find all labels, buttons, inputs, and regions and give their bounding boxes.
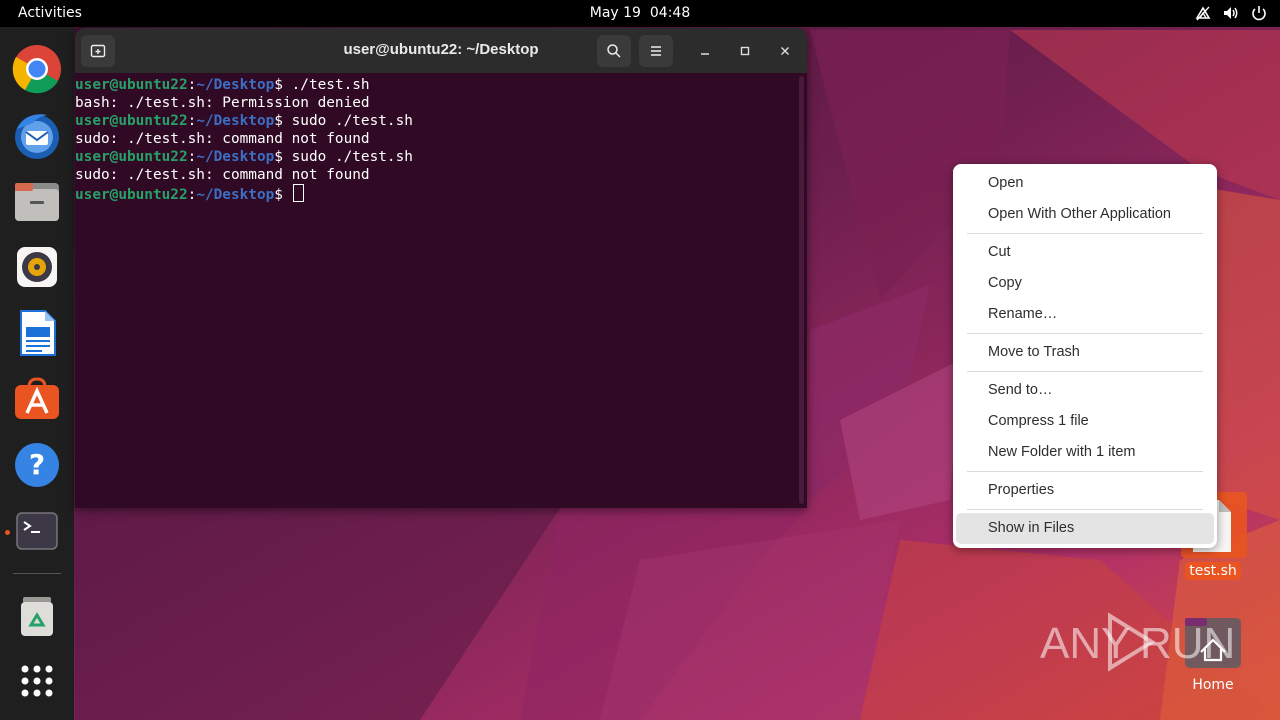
chrome-icon[interactable] [11,43,63,95]
terminal-line: bash: ./test.sh: Permission denied [75,94,795,112]
prompt-dollar: $ [274,187,292,203]
watermark-text-left: ANY [1040,619,1130,668]
close-icon [781,47,789,55]
text-cursor [292,184,304,202]
maximize-icon [740,46,750,56]
volume-icon[interactable] [1222,4,1240,22]
menu-button[interactable] [639,35,673,67]
new-tab-button[interactable] [81,35,115,67]
clock-time: 04:48 [649,5,691,21]
search-icon [607,44,621,58]
rhythmbox-icon[interactable] [11,241,63,293]
app-center-icon[interactable] [11,373,63,425]
trash-icon[interactable] [11,589,63,641]
new-tab-icon [90,44,106,58]
terminal-line: user@ubuntu22:~/Desktop$ ./test.sh [75,76,795,94]
prompt-separator: : [187,113,197,129]
menu-item-show-in-files[interactable]: Show in Files [956,513,1214,544]
clock[interactable]: May 19 04:48 [590,5,690,21]
minimize-icon [701,53,709,55]
prompt-dollar: $ [274,77,292,93]
prompt-user: user@ubuntu22 [75,77,188,93]
menu-separator [967,371,1203,372]
command-text: ./test.sh [291,77,370,93]
menu-item-properties[interactable]: Properties [956,475,1214,506]
terminal-window[interactable]: user@ubuntu22: ~/Desktop user@ubuntu22:~… [75,28,807,508]
thunderbird-icon[interactable] [11,109,63,161]
anyrun-watermark: ANY RUN [1040,610,1240,678]
home-label: Home [1192,677,1234,693]
terminal-line: user@ubuntu22:~/Desktop$ [75,184,795,203]
svg-text:?: ? [29,448,45,481]
network-icon[interactable] [1194,4,1212,22]
prompt-path: ~/Desktop [196,77,275,93]
menu-item-move-to-trash[interactable]: Move to Trash [956,337,1214,368]
prompt-user: user@ubuntu22 [75,149,188,165]
terminal-line: sudo: ./test.sh: command not found [75,166,795,184]
prompt-user: user@ubuntu22 [75,187,188,203]
terminal-line: user@ubuntu22:~/Desktop$ sudo ./test.sh [75,148,795,166]
terminal-scrollbar[interactable] [799,76,804,504]
files-icon[interactable] [11,175,63,227]
top-bar: Activities May 19 04:48 [0,0,1280,27]
clock-date: May 19 [589,5,641,21]
system-tray[interactable] [1194,4,1268,22]
prompt-path: ~/Desktop [196,149,275,165]
minimize-button[interactable] [693,39,717,63]
menu-separator [967,233,1203,234]
context-menu: Open Open With Other Application Cut Cop… [953,164,1217,548]
search-button[interactable] [597,35,631,67]
prompt-dollar: $ [274,113,292,129]
maximize-button[interactable] [733,39,757,63]
help-icon[interactable]: ? [11,439,63,491]
menu-item-compress[interactable]: Compress 1 file [956,406,1214,437]
output-text: bash: ./test.sh: Permission denied [75,95,370,111]
watermark-text-right: RUN [1140,619,1235,668]
command-text: sudo ./test.sh [291,149,413,165]
prompt-dollar: $ [274,149,292,165]
command-text: sudo ./test.sh [291,113,413,129]
prompt-path: ~/Desktop [196,187,275,203]
prompt-separator: : [187,187,197,203]
close-button[interactable] [773,39,797,63]
output-text: sudo: ./test.sh: command not found [75,131,370,147]
menu-item-open[interactable]: Open [956,168,1214,199]
power-icon[interactable] [1250,4,1268,22]
terminal-titlebar[interactable]: user@ubuntu22: ~/Desktop [75,28,807,73]
terminal-line: sudo: ./test.sh: command not found [75,130,795,148]
prompt-separator: : [187,149,197,165]
dock: ? [0,27,74,720]
terminal-icon[interactable] [11,505,63,557]
prompt-separator: : [187,77,197,93]
terminal-line: user@ubuntu22:~/Desktop$ sudo ./test.sh [75,112,795,130]
grid-icon[interactable] [11,655,63,707]
terminal-output[interactable]: user@ubuntu22:~/Desktop$ ./test.sh bash:… [75,73,795,508]
menu-item-send-to[interactable]: Send to… [956,375,1214,406]
dock-separator [13,573,61,574]
writer-icon[interactable] [11,307,63,359]
menu-separator [967,471,1203,472]
window-title: user@ubuntu22: ~/Desktop [343,41,539,58]
output-text: sudo: ./test.sh: command not found [75,167,370,183]
prompt-user: user@ubuntu22 [75,113,188,129]
activities-button[interactable]: Activities [18,5,82,21]
prompt-path: ~/Desktop [196,113,275,129]
menu-item-rename[interactable]: Rename… [956,299,1214,330]
menu-item-new-folder-with-item[interactable]: New Folder with 1 item [956,437,1214,468]
menu-item-open-with[interactable]: Open With Other Application [956,199,1214,230]
hamburger-icon [651,46,661,56]
menu-item-cut[interactable]: Cut [956,237,1214,268]
file-label: test.sh [1185,562,1241,580]
menu-separator [967,333,1203,334]
menu-separator [967,509,1203,510]
menu-item-copy[interactable]: Copy [956,268,1214,299]
running-indicator [5,530,10,535]
